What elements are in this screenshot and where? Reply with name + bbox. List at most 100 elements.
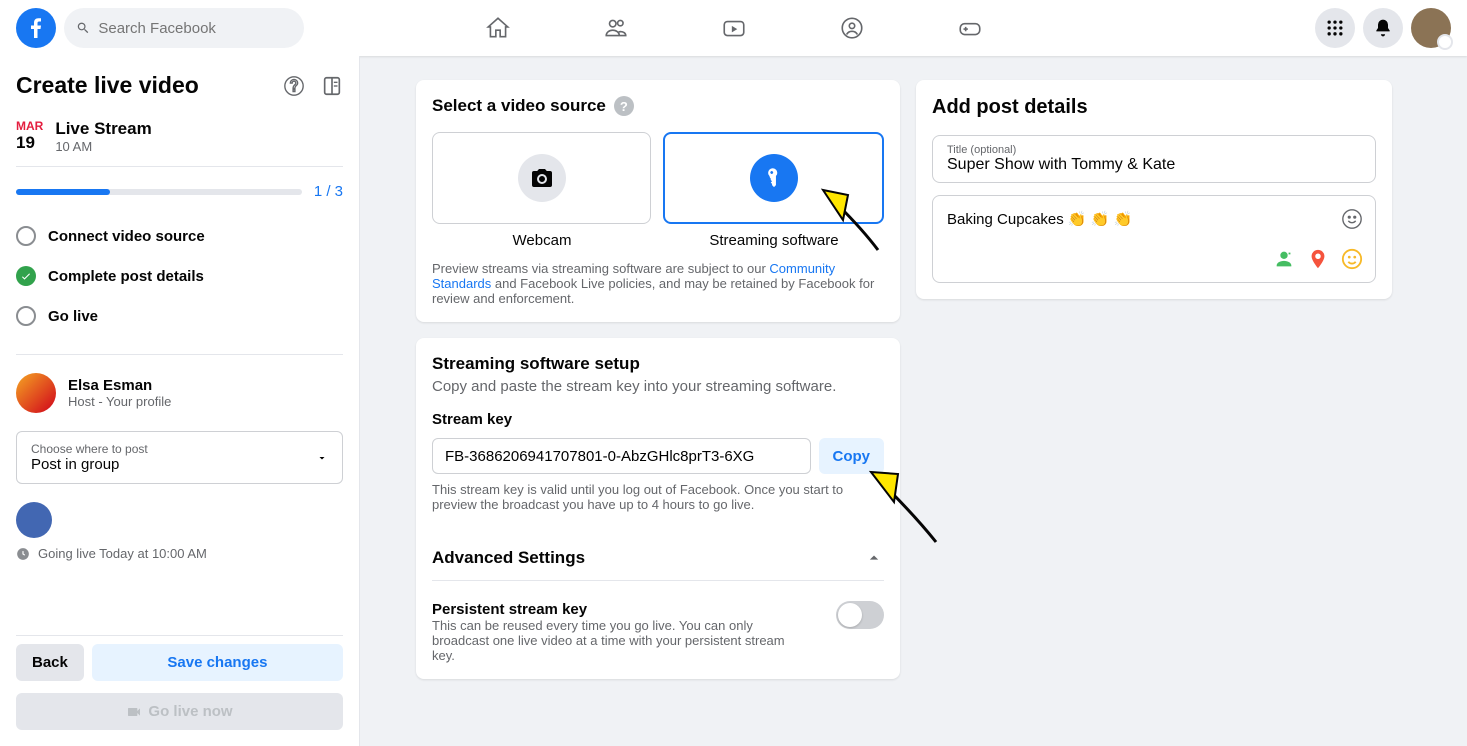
- location-pin-icon[interactable]: [1307, 248, 1329, 270]
- group-row-truncated[interactable]: [16, 502, 343, 538]
- host-avatar[interactable]: [16, 373, 56, 413]
- back-button[interactable]: Back: [16, 644, 84, 681]
- advanced-settings-toggle[interactable]: Advanced Settings: [432, 536, 884, 581]
- panel-icon[interactable]: [321, 75, 343, 97]
- search-box[interactable]: [64, 8, 304, 48]
- webcam-label: Webcam: [432, 232, 652, 249]
- smile-icon: [1341, 208, 1363, 230]
- host-user-row: Elsa Esman Host - Your profile: [16, 354, 343, 413]
- sidebar: Create live video MAR 19 Live Stream 10 …: [0, 56, 360, 746]
- persistent-key-title: Persistent stream key: [432, 601, 792, 618]
- go-live-now-button: Go live now: [16, 693, 343, 730]
- center-column: Select a video source ? Webcam Streaming…: [416, 80, 900, 722]
- source-option-streaming[interactable]: [663, 132, 884, 224]
- step-empty-icon: [16, 306, 36, 326]
- step-label: Complete post details: [48, 268, 204, 285]
- post-details-title: Add post details: [932, 96, 1376, 119]
- step-connect-source[interactable]: Connect video source: [16, 216, 343, 256]
- progress-row: 1 / 3: [16, 183, 343, 200]
- setup-title: Streaming software setup: [432, 354, 884, 374]
- advanced-settings-label: Advanced Settings: [432, 548, 585, 568]
- center-nav: [443, 4, 1025, 52]
- topbar: [0, 0, 1467, 56]
- description-field[interactable]: Baking Cupcakes 👏 👏 👏: [932, 195, 1376, 283]
- post-dest-label: Choose where to post: [31, 442, 148, 456]
- description-text: Baking Cupcakes 👏 👏 👏: [947, 210, 1361, 228]
- video-source-card: Select a video source ? Webcam Streaming…: [416, 80, 900, 322]
- save-changes-button[interactable]: Save changes: [92, 644, 343, 681]
- event-time: 10 AM: [55, 139, 151, 154]
- post-details-card: Add post details Title (optional) Super …: [916, 80, 1392, 299]
- group-avatar: [16, 502, 52, 538]
- sidebar-footer: Back Save changes Go live now: [16, 635, 343, 730]
- going-live-time: Going live Today at 10:00 AM: [16, 546, 343, 561]
- going-live-text: Going live Today at 10:00 AM: [38, 546, 207, 561]
- copy-button[interactable]: Copy: [819, 438, 885, 474]
- title-field-value: Super Show with Tommy & Kate: [947, 156, 1361, 174]
- right-column: Add post details Title (optional) Super …: [916, 80, 1392, 722]
- menu-button[interactable]: [1315, 8, 1355, 48]
- notifications-button[interactable]: [1363, 8, 1403, 48]
- host-name: Elsa Esman: [68, 377, 171, 394]
- gaming-icon: [957, 15, 983, 41]
- nav-home[interactable]: [443, 4, 553, 52]
- source-card-title: Select a video source: [432, 96, 606, 116]
- help-tooltip-icon[interactable]: ?: [614, 96, 634, 116]
- source-option-webcam[interactable]: [432, 132, 651, 224]
- facebook-logo[interactable]: [16, 8, 56, 48]
- date-block: MAR 19 Live Stream 10 AM: [16, 119, 343, 167]
- groups-icon: [839, 15, 865, 41]
- clock-icon: [16, 547, 30, 561]
- progress-text: 1 / 3: [314, 183, 343, 200]
- key-icon: [750, 154, 798, 202]
- step-complete-post[interactable]: Complete post details: [16, 256, 343, 296]
- date-month: MAR: [16, 119, 43, 133]
- watch-icon: [721, 15, 747, 41]
- tag-people-icon[interactable]: [1273, 248, 1295, 270]
- post-destination-dropdown[interactable]: Choose where to post Post in group: [16, 431, 343, 484]
- title-field-label: Title (optional): [947, 144, 1361, 156]
- profile-avatar[interactable]: [1411, 8, 1451, 48]
- stream-key-input[interactable]: [432, 438, 811, 474]
- go-live-now-label: Go live now: [148, 703, 232, 720]
- topbar-right: [1315, 8, 1451, 48]
- setup-subtitle: Copy and paste the stream key into your …: [432, 378, 884, 395]
- main: Create live video MAR 19 Live Stream 10 …: [0, 56, 1467, 746]
- title-field[interactable]: Title (optional) Super Show with Tommy &…: [932, 135, 1376, 183]
- feeling-icon[interactable]: [1341, 248, 1363, 270]
- friends-icon: [603, 15, 629, 41]
- emoji-picker-button[interactable]: [1341, 208, 1363, 235]
- post-dest-value: Post in group: [31, 456, 148, 473]
- host-role: Host - Your profile: [68, 394, 171, 409]
- persistent-key-switch[interactable]: [836, 601, 884, 629]
- content: Select a video source ? Webcam Streaming…: [360, 56, 1467, 746]
- nav-watch[interactable]: [679, 4, 789, 52]
- bell-icon: [1373, 18, 1393, 38]
- video-icon: [126, 704, 142, 720]
- camera-icon: [518, 154, 566, 202]
- persistent-key-desc: This can be reused every time you go liv…: [432, 618, 792, 663]
- stream-key-label: Stream key: [432, 411, 884, 428]
- step-empty-icon: [16, 226, 36, 246]
- event-title: Live Stream: [55, 119, 151, 139]
- nav-friends[interactable]: [561, 4, 671, 52]
- nav-groups[interactable]: [797, 4, 907, 52]
- persistent-key-row: Persistent stream key This can be reused…: [432, 601, 884, 663]
- menu-grid-icon: [1325, 18, 1345, 38]
- step-check-icon: [16, 266, 36, 286]
- home-icon: [485, 15, 511, 41]
- progress-bar: [16, 189, 302, 195]
- search-icon: [76, 20, 90, 36]
- streaming-label: Streaming software: [664, 232, 884, 249]
- help-icon[interactable]: [283, 75, 305, 97]
- stream-key-note: This stream key is valid until you log o…: [432, 482, 884, 512]
- chevron-up-icon: [864, 548, 884, 568]
- date-day: 19: [16, 133, 43, 153]
- caret-down-icon: [316, 452, 328, 464]
- step-label: Connect video source: [48, 228, 205, 245]
- step-go-live[interactable]: Go live: [16, 296, 343, 336]
- search-input[interactable]: [98, 20, 292, 37]
- sidebar-header: Create live video: [16, 72, 343, 99]
- nav-gaming[interactable]: [915, 4, 1025, 52]
- step-label: Go live: [48, 308, 98, 325]
